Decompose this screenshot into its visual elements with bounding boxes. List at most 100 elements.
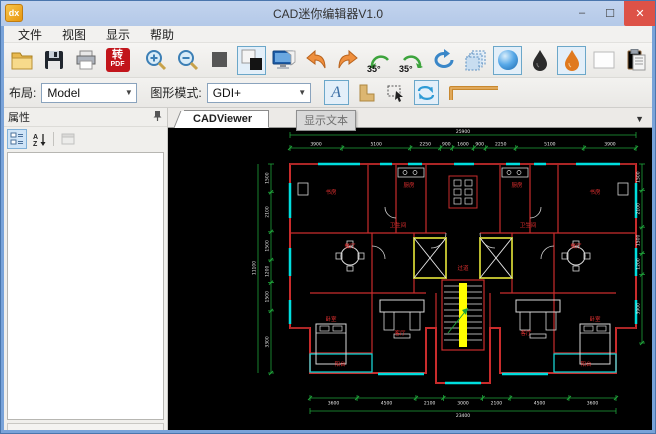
layers-button[interactable] <box>461 46 490 75</box>
open-folder-icon <box>10 48 34 72</box>
svg-text:3600: 3600 <box>328 401 340 407</box>
categorized-button[interactable] <box>7 129 27 149</box>
blank-page-button[interactable] <box>589 46 618 75</box>
properties-toolbar: A Z <box>4 127 167 151</box>
tooltip: 显示文本 <box>296 110 356 131</box>
print-button[interactable] <box>71 46 100 75</box>
paste-button[interactable] <box>621 46 650 75</box>
rotate-left-35-button[interactable]: 35° <box>365 46 394 75</box>
svg-text:客厅: 客厅 <box>394 329 406 337</box>
show-text-button[interactable]: A <box>324 80 349 105</box>
menu-display[interactable]: 显示 <box>97 25 139 44</box>
save-button[interactable] <box>39 46 68 75</box>
fill-style-button[interactable] <box>354 80 379 105</box>
svg-text:1500: 1500 <box>636 171 642 183</box>
svg-text:11100: 11100 <box>252 261 258 275</box>
open-button[interactable] <box>7 46 36 75</box>
svg-text:卧室: 卧室 <box>325 315 337 323</box>
tan-corner-icon <box>356 83 376 103</box>
svg-text:3600: 3600 <box>587 401 599 407</box>
svg-text:厨房: 厨房 <box>511 181 523 189</box>
secondary-toolbar: 布局: Model ▼ 图形模式: GDI+ ▼ A <box>1 78 655 108</box>
tooltip-text: 显示文本 <box>304 115 348 127</box>
blue-sphere-icon <box>496 48 520 72</box>
undo-button[interactable] <box>301 46 330 75</box>
svg-text:1500: 1500 <box>636 234 642 246</box>
bw-squares-icon <box>239 47 265 73</box>
sort-az-icon: A Z <box>32 132 47 147</box>
menubar: 文件 视图 显示 帮助 <box>1 26 655 43</box>
svg-text:阳台: 阳台 <box>334 360 346 368</box>
svg-text:书房: 书房 <box>589 188 601 196</box>
zoom-out-icon <box>176 48 200 72</box>
maximize-button[interactable]: ☐ <box>596 0 624 26</box>
layout-label: 布局: <box>9 84 36 101</box>
svg-text:卫生间: 卫生间 <box>390 221 407 229</box>
window-title: CAD迷你编辑器V1.0 <box>0 5 656 22</box>
close-button[interactable]: ✕ <box>624 0 656 26</box>
select-tool-button[interactable] <box>384 80 409 105</box>
print-icon <box>74 48 98 72</box>
swap-colors-button[interactable] <box>414 80 439 105</box>
combo-arrow-icon: ▼ <box>121 88 136 97</box>
property-pages-button <box>58 129 78 149</box>
menu-help[interactable]: 帮助 <box>141 25 183 44</box>
svg-text:餐厅: 餐厅 <box>570 242 582 250</box>
svg-text:2100: 2100 <box>424 401 436 407</box>
properties-panel: 属性 A Z <box>4 108 168 430</box>
monitor-icon <box>271 48 297 72</box>
svg-text:卧室: 卧室 <box>589 315 601 323</box>
convert-pdf-button[interactable]: 转PDF <box>103 46 132 75</box>
property-page-icon <box>61 133 75 145</box>
categorized-icon <box>10 132 24 146</box>
zoom-in-button[interactable] <box>141 46 170 75</box>
orange-droplet-icon <box>561 48 583 72</box>
svg-text:4500: 4500 <box>381 401 393 407</box>
ink-black-button[interactable] <box>525 46 554 75</box>
rotate-free-button[interactable] <box>429 46 458 75</box>
graphics-mode-label: 图形模式: <box>150 84 201 101</box>
svg-text:A: A <box>33 134 38 141</box>
sort-alphabetical-button[interactable]: A Z <box>29 129 49 149</box>
rotate-right-35-button[interactable]: 35° <box>397 46 426 75</box>
background-toggle-button[interactable] <box>237 46 266 75</box>
fit-screen-button[interactable] <box>269 46 298 75</box>
svg-text:3000: 3000 <box>457 401 469 407</box>
layout-combo-value: Model <box>47 86 80 100</box>
svg-text:阳台: 阳台 <box>580 360 592 368</box>
tab-label: CADViewer <box>193 113 252 125</box>
redo-button[interactable] <box>333 46 362 75</box>
combo-arrow-icon: ▼ <box>295 88 310 97</box>
window-border <box>0 26 4 434</box>
tab-cadviewer[interactable]: CADViewer <box>184 110 269 128</box>
svg-text:3900: 3900 <box>604 142 616 148</box>
svg-text:2100: 2100 <box>491 401 503 407</box>
svg-text:2250: 2250 <box>420 142 432 148</box>
menu-file[interactable]: 文件 <box>9 25 51 44</box>
svg-text:900: 900 <box>475 142 484 148</box>
graphics-mode-combo[interactable]: GDI+ ▼ <box>207 83 311 103</box>
pin-icon[interactable] <box>152 110 163 125</box>
save-icon <box>42 48 66 72</box>
rotate-circle-icon <box>431 48 457 72</box>
svg-text:卫生间: 卫生间 <box>520 221 537 229</box>
tab-list-dropdown-icon[interactable]: ▼ <box>635 114 644 124</box>
svg-text:3900: 3900 <box>310 142 322 148</box>
minimize-button[interactable]: – <box>568 0 596 26</box>
selection-box-icon <box>386 83 406 103</box>
properties-list[interactable] <box>7 152 164 420</box>
main-toolbar: 转PDF 35° 35° <box>1 43 655 78</box>
svg-text:900: 900 <box>442 142 451 148</box>
cad-drawing-canvas[interactable]: 书房厨房卫生间餐厅卧室客厅阳台书房厨房卫生间餐厅卧室客厅阳台过道39005100… <box>168 128 652 430</box>
menu-view[interactable]: 视图 <box>53 25 95 44</box>
line-style-button[interactable] <box>444 80 504 105</box>
svg-text:1500: 1500 <box>265 291 271 303</box>
render-sphere-button[interactable] <box>493 46 522 75</box>
svg-text:2250: 2250 <box>495 142 507 148</box>
layout-combo[interactable]: Model ▼ <box>41 83 137 103</box>
graphics-mode-combo-value: GDI+ <box>213 86 241 100</box>
ink-orange-button[interactable] <box>557 46 586 75</box>
zoom-out-button[interactable] <box>173 46 202 75</box>
background-dark-button[interactable] <box>205 46 234 75</box>
svg-text:5100: 5100 <box>544 142 556 148</box>
